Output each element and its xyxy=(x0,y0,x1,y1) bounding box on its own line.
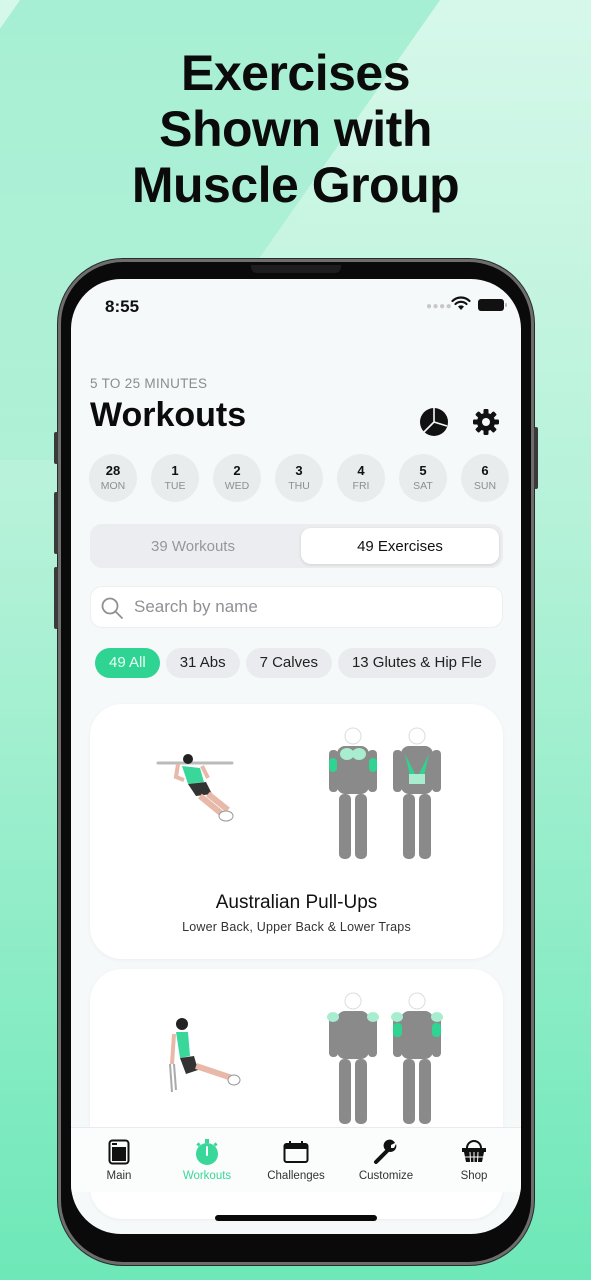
tab-exercises-list[interactable]: 49 Exercises xyxy=(301,528,499,564)
duration-subtitle: 5 TO 25 MINUTES xyxy=(90,376,208,391)
week-day-selector: 28 MON 1 TUE 2 WED 3 THU 4 FRI 5 SAT 6 S… xyxy=(89,454,521,504)
gear-icon xyxy=(473,409,499,435)
day-mon[interactable]: 28 MON xyxy=(89,454,137,502)
day-name: SUN xyxy=(473,480,497,492)
day-name: WED xyxy=(224,480,250,492)
muscle-map xyxy=(325,724,455,874)
day-number: 5 xyxy=(419,463,427,478)
day-number: 1 xyxy=(171,463,179,478)
wrench-icon xyxy=(373,1138,399,1166)
tab-label: Customize xyxy=(358,1170,414,1182)
wifi-icon xyxy=(451,296,471,316)
main-icon xyxy=(108,1138,130,1166)
muscle-map xyxy=(325,989,455,1139)
tab-label: Main xyxy=(106,1170,132,1182)
tab-challenges[interactable]: Challenges xyxy=(251,1138,341,1182)
exercise-card[interactable]: Australian Pull-Ups Lower Back, Upper Ba… xyxy=(90,704,503,959)
day-number: 4 xyxy=(357,463,365,478)
phone-volume-down xyxy=(54,567,58,629)
day-name: THU xyxy=(288,480,310,492)
basket-icon xyxy=(461,1138,487,1166)
headline-line-1: Exercises xyxy=(180,45,411,101)
settings-button[interactable] xyxy=(471,407,501,437)
phone-speaker xyxy=(251,265,341,273)
pie-chart-icon xyxy=(420,408,448,436)
status-bar: 8:55 ●●●● xyxy=(71,279,521,329)
exercise-illustration xyxy=(150,1014,250,1109)
search-icon xyxy=(100,596,124,625)
promo-headline: Exercises Shown with Muscle Group xyxy=(0,45,591,213)
stats-button[interactable] xyxy=(419,407,449,437)
day-tue[interactable]: 1 TUE xyxy=(151,454,199,502)
filter-chip-abs[interactable]: 31 Abs xyxy=(165,648,240,678)
search-input[interactable] xyxy=(134,587,494,627)
tab-label: Workouts xyxy=(182,1170,232,1182)
phone-side-button xyxy=(54,432,58,464)
workouts-exercises-toggle: 39 Workouts 49 Exercises xyxy=(90,524,503,568)
filter-chip-calves[interactable]: 7 Calves xyxy=(245,648,332,678)
day-thu[interactable]: 3 THU xyxy=(275,454,323,502)
app-screen: 8:55 ●●●● 5 TO 25 MINUTES Workouts 28 MO… xyxy=(71,279,521,1234)
filter-chip-all[interactable]: 49 All xyxy=(95,648,160,678)
tab-customize[interactable]: Customize xyxy=(341,1138,431,1182)
day-sun[interactable]: 6 SUN xyxy=(461,454,509,502)
bottom-tab-bar: Main Workouts Challenges Customize Shop xyxy=(71,1127,521,1192)
battery-icon xyxy=(478,299,507,311)
tab-label: Shop xyxy=(460,1170,488,1182)
day-sat[interactable]: 5 SAT xyxy=(399,454,447,502)
exercise-name: Australian Pull-Ups xyxy=(215,892,378,913)
day-name: TUE xyxy=(164,480,186,492)
day-number: 6 xyxy=(481,463,489,478)
page-title: Workouts xyxy=(90,396,247,434)
exercise-illustration xyxy=(150,744,250,839)
calendar-icon xyxy=(283,1138,309,1166)
phone-volume-up xyxy=(54,492,58,554)
day-number: 28 xyxy=(105,463,121,478)
day-wed[interactable]: 2 WED xyxy=(213,454,261,502)
day-number: 2 xyxy=(233,463,241,478)
stopwatch-icon xyxy=(194,1138,220,1166)
headline-line-3: Muscle Group xyxy=(131,157,460,213)
tab-main[interactable]: Main xyxy=(74,1138,164,1182)
day-name: MON xyxy=(100,480,126,492)
filter-chip-glutes[interactable]: 13 Glutes & Hip Fle xyxy=(337,648,496,678)
day-number: 3 xyxy=(295,463,303,478)
tab-workouts[interactable]: Workouts xyxy=(162,1138,252,1182)
muscle-filter-chips: 49 All 31 Abs 7 Calves 13 Glutes & Hip Fle xyxy=(95,648,505,680)
search-bar xyxy=(90,586,503,628)
tab-shop[interactable]: Shop xyxy=(429,1138,519,1182)
day-name: FRI xyxy=(352,480,370,492)
signal-icon: ●●●● xyxy=(426,301,453,312)
home-indicator[interactable] xyxy=(215,1215,377,1221)
tab-label: Challenges xyxy=(267,1170,325,1182)
tab-workouts-list[interactable]: 39 Workouts xyxy=(94,528,292,564)
day-name: SAT xyxy=(413,480,433,492)
exercise-muscles: Lower Back, Upper Back & Lower Traps xyxy=(182,920,411,934)
phone-frame: 8:55 ●●●● 5 TO 25 MINUTES Workouts 28 MO… xyxy=(54,262,538,1262)
status-time: 8:55 xyxy=(105,297,140,316)
phone-power-button xyxy=(534,427,538,489)
headline-line-2: Shown with xyxy=(159,101,432,157)
day-fri[interactable]: 4 FRI xyxy=(337,454,385,502)
